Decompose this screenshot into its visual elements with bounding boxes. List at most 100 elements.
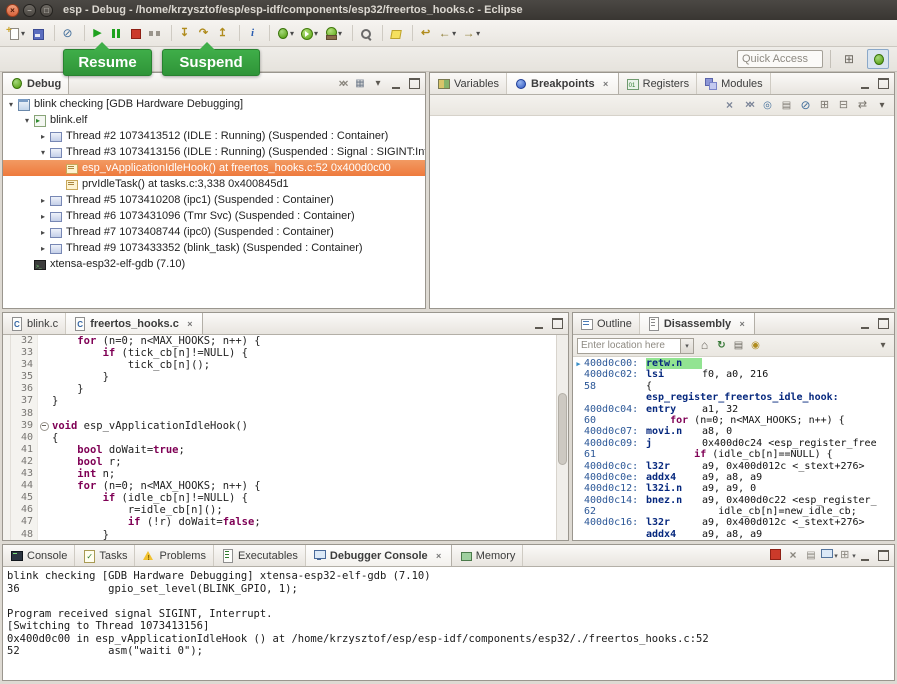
debug-button[interactable] (263, 22, 296, 44)
annotation-ruler[interactable] (3, 444, 11, 456)
dropdown-arrow-icon[interactable] (476, 27, 480, 39)
expander-icon[interactable] (37, 244, 49, 253)
close-tab-icon[interactable] (434, 551, 444, 561)
disassembly-line[interactable]: 58 { (573, 381, 894, 392)
debug-tree-item[interactable]: Thread #5 1073410208 (ipc1) (Suspended :… (3, 192, 425, 208)
debug-tree-item[interactable]: prvIdleTask() at tasks.c:3,338 0x400845d… (3, 176, 425, 192)
maximize-button[interactable] (407, 77, 421, 91)
fold-marker-icon[interactable] (37, 420, 49, 432)
annotation-ruler[interactable] (3, 504, 11, 516)
tab-variables[interactable]: Variables (430, 73, 507, 94)
fold-marker-icon[interactable] (37, 516, 49, 528)
debug-tree-item[interactable]: esp_vApplicationIdleHook() at freertos_h… (3, 160, 425, 176)
expander-icon[interactable] (5, 100, 17, 109)
expander-icon[interactable] (37, 132, 49, 141)
disassembly-line[interactable]: 400d0c12: l32i.n a9, a9, 0 (573, 483, 894, 494)
disconnect-button[interactable] (146, 22, 163, 44)
remove-all-breakpoints-icon[interactable] (742, 99, 755, 112)
step-into-button[interactable] (165, 22, 193, 44)
maximize-button[interactable] (876, 549, 890, 563)
tab-outline[interactable]: Outline (573, 313, 640, 334)
expander-icon[interactable] (37, 196, 49, 205)
annotation-ruler[interactable] (3, 408, 11, 420)
debug-tree-item[interactable]: xtensa-esp32-elf-gdb (7.10) (3, 256, 425, 272)
open-perspective-button[interactable] (838, 49, 860, 69)
close-tab-icon[interactable] (601, 79, 611, 89)
tab-debugger-console[interactable]: Debugger Console (306, 545, 452, 566)
disassembly-line[interactable]: 400d0c0e: addx4 a9, a8, a9 (573, 472, 894, 483)
fold-marker-icon[interactable] (37, 444, 49, 456)
collapse-all-icon[interactable] (837, 99, 850, 112)
tab-disassembly[interactable]: Disassembly (640, 313, 755, 334)
expand-all-icon[interactable] (818, 99, 831, 112)
view-menu-button[interactable] (875, 98, 889, 112)
code-line[interactable]: 37 } (3, 395, 556, 407)
annotation-ruler[interactable] (3, 480, 11, 492)
disassembly-line[interactable]: addx4 a9, a8, a9 (573, 529, 894, 540)
skip-all-breakpoints-button[interactable] (48, 22, 76, 44)
debug-tree-item[interactable]: blink.elf (3, 112, 425, 128)
annotation-ruler[interactable] (3, 468, 11, 480)
suspend-button[interactable] (108, 22, 125, 44)
expander-icon[interactable] (37, 228, 49, 237)
minimize-button[interactable] (389, 77, 403, 91)
remove-breakpoint-icon[interactable] (723, 99, 736, 112)
tab-executables[interactable]: Executables (214, 545, 306, 566)
view-menu-button[interactable] (876, 339, 890, 353)
tab-modules[interactable]: Modules (697, 73, 771, 94)
expander-icon[interactable] (37, 148, 49, 157)
save-button[interactable] (29, 22, 46, 44)
disassembly-line[interactable]: esp_register_freertos_idle_hook: (573, 392, 894, 403)
run-button[interactable] (298, 22, 320, 44)
fold-marker-icon[interactable] (37, 347, 49, 359)
annotation-ruler[interactable] (3, 335, 11, 347)
annotation-ruler[interactable] (3, 432, 11, 444)
view-management-button[interactable] (353, 77, 367, 91)
fold-marker-icon[interactable] (37, 456, 49, 468)
last-edit-location-button[interactable] (406, 22, 434, 44)
dropdown-arrow-icon[interactable] (338, 27, 342, 39)
window-close-button[interactable] (6, 4, 19, 17)
track-expression-icon[interactable] (749, 339, 762, 352)
disassembly-line[interactable]: 400d0c16: l32r a9, 0x400d012c <_stext+27… (573, 517, 894, 528)
open-console-button[interactable] (840, 549, 854, 563)
fold-marker-icon[interactable] (37, 335, 49, 347)
fold-marker-icon[interactable] (37, 408, 49, 420)
maximize-button[interactable] (876, 77, 890, 91)
disassembly-line[interactable]: 400d0c0c: l32r a9, 0x400d012c <_stext+27… (573, 461, 894, 472)
resume-button[interactable] (78, 22, 106, 44)
tab-debug[interactable]: Debug (3, 73, 69, 94)
annotation-ruler[interactable] (3, 395, 11, 407)
annotation-ruler[interactable] (3, 371, 11, 383)
disassembly-line[interactable]: 400d0c00: retw.n (573, 358, 894, 369)
remove-launch-button[interactable] (786, 549, 800, 563)
close-tab-icon[interactable] (737, 319, 747, 329)
annotation-ruler[interactable] (3, 456, 11, 468)
fold-marker-icon[interactable] (37, 492, 49, 504)
location-dropdown-icon[interactable] (681, 338, 694, 354)
annotation-ruler[interactable] (3, 347, 11, 359)
fold-marker-icon[interactable] (37, 480, 49, 492)
debug-tree-item[interactable]: Thread #6 1073431096 (Tmr Svc) (Suspende… (3, 208, 425, 224)
code-line[interactable]: 41 bool doWait=true; (3, 444, 556, 456)
debug-perspective-button[interactable] (867, 49, 889, 69)
annotation-ruler[interactable] (3, 492, 11, 504)
minimize-button[interactable] (858, 77, 872, 91)
show-breakpoints-supported-icon[interactable] (761, 99, 774, 112)
back-button[interactable] (436, 22, 458, 44)
tab-registers[interactable]: Registers (619, 73, 697, 94)
show-source-icon[interactable] (732, 339, 745, 352)
disassembly-line[interactable]: 400d0c09: j 0x400d0c24 <esp_register_fre… (573, 438, 894, 449)
disassembly-content[interactable]: 400d0c00: retw.n 400d0c02: lsi f0, a0, 2… (573, 357, 894, 540)
debug-tree-item[interactable]: Thread #2 1073413512 (IDLE : Running) (S… (3, 128, 425, 144)
link-with-debug-view-icon[interactable] (856, 99, 869, 112)
fold-marker-icon[interactable] (37, 432, 49, 444)
tab-blink-c[interactable]: blink.c (3, 313, 66, 334)
fold-marker-icon[interactable] (37, 504, 49, 516)
disassembly-line[interactable]: 400d0c14: bnez.n a9, 0x400d0c22 <esp_reg… (573, 495, 894, 506)
code-line[interactable]: 46 r=idle_cb[n](); (3, 504, 556, 516)
code-line[interactable]: 36 } (3, 383, 556, 395)
fold-marker-icon[interactable] (37, 359, 49, 371)
forward-button[interactable] (460, 22, 482, 44)
new-button[interactable] (5, 22, 27, 44)
